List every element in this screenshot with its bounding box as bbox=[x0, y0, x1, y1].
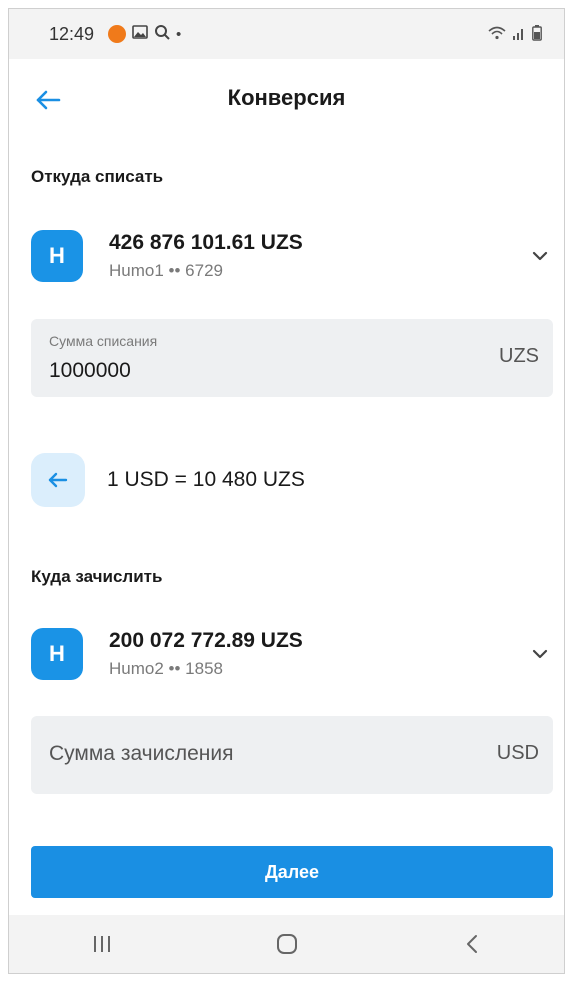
notification-dot-icon bbox=[108, 25, 127, 43]
status-bar: 12:49 • bbox=[9, 9, 564, 59]
battery-icon bbox=[532, 24, 542, 44]
phone-screen: 12:49 • Конверсия Откуда списать H 426 8… bbox=[8, 8, 565, 974]
dot-icon: • bbox=[176, 25, 182, 43]
from-card-mask: •• 6729 bbox=[168, 261, 223, 280]
signal-icon bbox=[512, 26, 526, 43]
humo-logo-icon: H bbox=[31, 230, 83, 282]
credit-currency: USD bbox=[496, 742, 539, 764]
humo-logo-icon: H bbox=[31, 628, 83, 680]
to-account-selector[interactable]: H 200 072 772.89 UZS Humo2 •• 1858 bbox=[31, 619, 551, 689]
back-icon[interactable] bbox=[442, 924, 502, 964]
from-card-name: Humo1 bbox=[109, 261, 164, 280]
to-card-mask: •• 1858 bbox=[168, 659, 223, 678]
debit-amount-label: Сумма списания bbox=[49, 333, 158, 349]
wifi-icon bbox=[488, 26, 506, 43]
to-account-balance: 200 072 772.89 UZS bbox=[109, 629, 303, 652]
swap-button[interactable] bbox=[31, 453, 85, 507]
arrow-left-icon bbox=[48, 472, 68, 488]
home-icon[interactable] bbox=[257, 924, 317, 964]
from-section-label: Откуда списать bbox=[31, 167, 164, 186]
to-account-info: 200 072 772.89 UZS Humo2 •• 1858 bbox=[109, 629, 303, 679]
credit-amount-field[interactable]: Сумма зачисления USD bbox=[31, 716, 553, 794]
from-account-info: 426 876 101.61 UZS Humo1 •• 6729 bbox=[109, 231, 303, 281]
status-right bbox=[488, 24, 542, 44]
debit-amount-field[interactable]: Сумма списания 1000000 UZS bbox=[31, 319, 553, 397]
debit-currency: UZS bbox=[499, 345, 539, 367]
system-nav-bar bbox=[9, 915, 564, 973]
chevron-down-icon[interactable] bbox=[529, 643, 551, 665]
status-time: 12:49 bbox=[49, 23, 95, 44]
to-section-label: Куда зачислить bbox=[31, 567, 163, 586]
recent-apps-icon[interactable] bbox=[72, 924, 132, 964]
from-account-balance: 426 876 101.61 UZS bbox=[109, 231, 303, 254]
app-bar: Конверсия bbox=[9, 63, 564, 133]
to-account-card: Humo2 •• 1858 bbox=[109, 659, 303, 679]
search-icon bbox=[154, 24, 170, 44]
page-title: Конверсия bbox=[227, 85, 346, 110]
to-card-name: Humo2 bbox=[109, 659, 164, 678]
debit-amount-value[interactable]: 1000000 bbox=[49, 359, 131, 383]
chevron-down-icon[interactable] bbox=[529, 245, 551, 267]
exchange-rate-row: 1 USD = 10 480 UZS bbox=[31, 451, 305, 509]
credit-amount-placeholder[interactable]: Сумма зачисления bbox=[49, 742, 233, 766]
from-account-selector[interactable]: H 426 876 101.61 UZS Humo1 •• 6729 bbox=[31, 221, 551, 291]
next-button[interactable]: Далее bbox=[31, 846, 553, 898]
from-account-card: Humo1 •• 6729 bbox=[109, 261, 303, 281]
back-arrow-icon[interactable] bbox=[33, 85, 63, 115]
exchange-rate-text: 1 USD = 10 480 UZS bbox=[107, 468, 305, 491]
gallery-icon bbox=[132, 25, 148, 43]
status-left: 12:49 • bbox=[49, 24, 181, 45]
